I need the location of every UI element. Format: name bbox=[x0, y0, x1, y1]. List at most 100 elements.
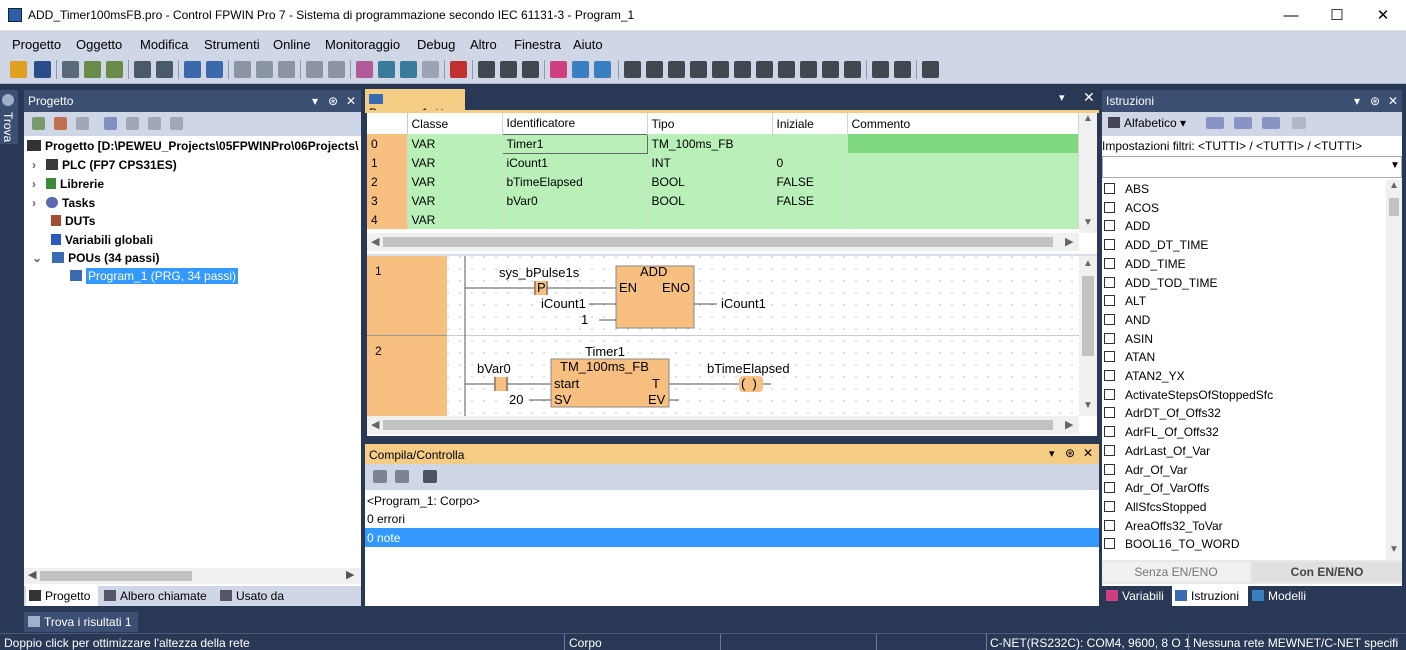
compile-line[interactable]: <Program_1: Corpo> bbox=[365, 492, 1099, 510]
pin-icon[interactable]: ⊛ bbox=[328, 94, 338, 108]
tab-variables[interactable]: Variabili bbox=[1106, 589, 1164, 603]
insert-network-icon[interactable] bbox=[872, 61, 889, 78]
close-button[interactable]: ✕ bbox=[1360, 0, 1406, 31]
cell-identifier[interactable]: bTimeElapsed bbox=[502, 172, 648, 191]
network-1-label[interactable]: 1 bbox=[367, 256, 447, 336]
tab-dropdown-icon[interactable]: ▾ bbox=[1059, 91, 1065, 104]
tree-item-globals[interactable]: Variabili globali bbox=[51, 233, 153, 247]
add-item-icon[interactable] bbox=[54, 117, 67, 130]
instruction-item[interactable]: ADD_TOD_TIME bbox=[1104, 276, 1217, 290]
instruction-item[interactable]: Adr_Of_VarOffs bbox=[1104, 481, 1209, 495]
close-editor-icon[interactable]: ✕ bbox=[1083, 89, 1095, 106]
instruction-item[interactable]: AND bbox=[1104, 313, 1150, 327]
tree-item-duts[interactable]: DUTs bbox=[51, 214, 95, 228]
instruction-item[interactable]: BOOL16_TO_WORD bbox=[1104, 537, 1239, 551]
instruction-item[interactable]: ActivateStepsOfStoppedSfc bbox=[1104, 388, 1273, 402]
menu-debug[interactable]: Debug bbox=[417, 37, 455, 52]
with-en-eno-button[interactable]: Con EN/ENO bbox=[1252, 562, 1402, 582]
maximize-button[interactable]: ☐ bbox=[1314, 0, 1360, 31]
instruction-item[interactable]: AllSfcsStopped bbox=[1104, 500, 1206, 514]
instruction-item[interactable]: ASIN bbox=[1104, 332, 1153, 346]
table-row[interactable]: 4 VAR bbox=[367, 210, 1079, 229]
find-icon[interactable] bbox=[184, 61, 201, 78]
cell-comment[interactable] bbox=[847, 210, 1079, 229]
instruction-item[interactable]: ADD_TIME bbox=[1104, 257, 1186, 271]
cell-type[interactable]: BOOL bbox=[647, 191, 773, 210]
col-initial[interactable]: Iniziale bbox=[772, 113, 848, 134]
minimize-button[interactable]: — bbox=[1268, 0, 1314, 31]
undo-icon[interactable] bbox=[306, 61, 323, 78]
tool3-icon[interactable] bbox=[148, 117, 161, 130]
pin-icon[interactable]: ⊛ bbox=[1065, 446, 1075, 460]
n-contact-icon[interactable] bbox=[734, 61, 751, 78]
pin-icon[interactable]: ⊛ bbox=[1370, 94, 1380, 108]
menu-online[interactable]: Online bbox=[273, 37, 311, 52]
cell-class[interactable]: VAR bbox=[407, 172, 503, 191]
menu-finestra[interactable]: Finestra bbox=[514, 37, 561, 52]
move-icon[interactable] bbox=[76, 117, 89, 130]
instruction-item[interactable]: AdrFL_Of_Offs32 bbox=[1104, 425, 1219, 439]
scroll-thumb[interactable] bbox=[1389, 198, 1399, 216]
add-input-1[interactable]: iCount1 bbox=[541, 296, 586, 311]
contact-icon[interactable] bbox=[690, 61, 707, 78]
ladder-hscrollbar[interactable]: ◀ ▶ bbox=[367, 416, 1079, 434]
tool4-icon[interactable] bbox=[170, 117, 183, 130]
close-icon[interactable]: ✕ bbox=[1388, 94, 1398, 108]
table-hscrollbar[interactable]: ◀ ▶ bbox=[367, 233, 1079, 251]
cell-class[interactable]: VAR bbox=[407, 191, 503, 210]
ld-contact-icon[interactable] bbox=[478, 61, 495, 78]
ld-neg-contact-icon[interactable] bbox=[500, 61, 517, 78]
compile-line-selected[interactable]: 0 note bbox=[365, 528, 1099, 547]
instruction-item[interactable]: AdrLast_Of_Var bbox=[1104, 444, 1210, 458]
build-icon[interactable] bbox=[84, 61, 101, 78]
cell-initial[interactable]: FALSE bbox=[772, 172, 848, 191]
filter-icon[interactable] bbox=[423, 470, 437, 483]
instruction-search-input[interactable]: ▼ bbox=[1102, 156, 1402, 178]
col-identifier[interactable]: Identificatore bbox=[502, 113, 648, 134]
add-icon[interactable] bbox=[32, 117, 45, 130]
cell-identifier[interactable]: iCount1 bbox=[502, 153, 648, 172]
p-contact-icon[interactable] bbox=[712, 61, 729, 78]
redo-icon[interactable] bbox=[328, 61, 345, 78]
cell-comment[interactable] bbox=[847, 191, 1079, 210]
compile-line[interactable]: 0 errori bbox=[365, 510, 1099, 528]
instruction-item[interactable]: ACOS bbox=[1104, 201, 1159, 215]
tree-item-libraries[interactable]: › Librerie bbox=[32, 177, 104, 191]
dropdown-icon[interactable]: ▾ bbox=[1049, 447, 1055, 460]
cell-identifier[interactable]: bVar0 bbox=[502, 191, 648, 210]
tab-used-by[interactable]: Usato da bbox=[220, 589, 284, 603]
jump-icon[interactable] bbox=[822, 61, 839, 78]
without-en-eno-button[interactable]: Senza EN/ENO bbox=[1102, 562, 1250, 582]
instruction-item[interactable]: ADD_DT_TIME bbox=[1104, 238, 1208, 252]
monitor-icon[interactable] bbox=[450, 61, 467, 78]
scroll-thumb[interactable] bbox=[1082, 276, 1094, 356]
online-icon[interactable] bbox=[356, 61, 373, 78]
next-message-icon[interactable] bbox=[395, 470, 409, 483]
menu-aiuto[interactable]: Aiuto bbox=[573, 37, 603, 52]
cell-comment[interactable] bbox=[847, 134, 1079, 153]
tool2-icon[interactable] bbox=[126, 117, 139, 130]
timer-preset[interactable]: 20 bbox=[509, 392, 523, 407]
dropdown-icon[interactable]: ▾ bbox=[1354, 94, 1360, 108]
chevron-down-icon[interactable]: ▼ bbox=[1390, 160, 1400, 171]
table-row[interactable]: 0 VAR Timer1 TM_100ms_FB bbox=[367, 133, 1079, 154]
set-coil-icon[interactable] bbox=[778, 61, 795, 78]
cell-initial[interactable]: 0 bbox=[772, 153, 848, 172]
instruction-item[interactable]: ATAN2_YX bbox=[1104, 369, 1185, 383]
tool1-icon[interactable] bbox=[104, 117, 117, 130]
dropdown-icon[interactable]: ▾ bbox=[312, 94, 318, 108]
instruction-item[interactable]: AreaOffs32_ToVar bbox=[1104, 519, 1223, 533]
network-2-contact[interactable] bbox=[494, 377, 508, 391]
cell-comment[interactable] bbox=[847, 172, 1079, 191]
replace-icon[interactable] bbox=[206, 61, 223, 78]
timer-instance-name[interactable]: Timer1 bbox=[585, 344, 625, 359]
variable-icon[interactable] bbox=[550, 61, 567, 78]
tab-program1[interactable]: Program_1✕ bbox=[365, 89, 465, 120]
cell-class[interactable]: VAR bbox=[407, 210, 503, 229]
find-side-tab[interactable]: Trova bbox=[0, 90, 18, 144]
instruction-icon[interactable] bbox=[572, 61, 589, 78]
menu-strumenti[interactable]: Strumenti bbox=[204, 37, 260, 52]
instruction-item[interactable]: Adr_Of_Var bbox=[1104, 463, 1187, 477]
tab-templates[interactable]: Modelli bbox=[1252, 589, 1306, 603]
cell-type[interactable]: INT bbox=[647, 153, 773, 172]
